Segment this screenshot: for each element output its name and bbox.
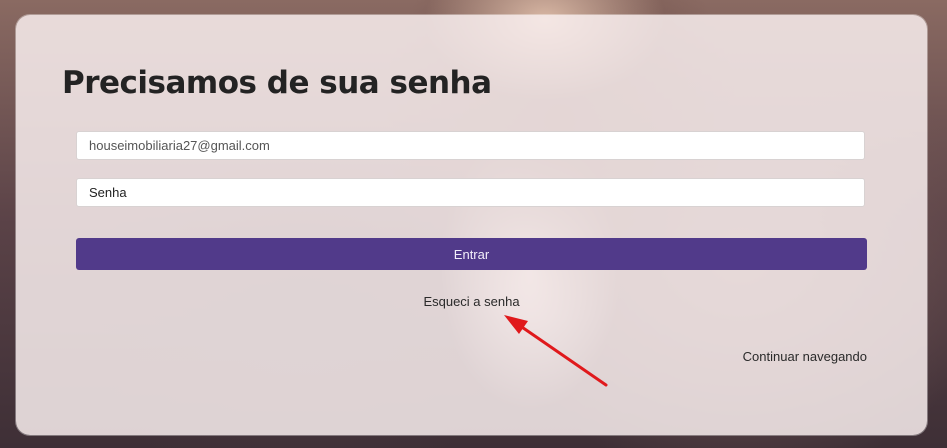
login-button[interactable]: Entrar — [76, 238, 867, 270]
login-card: Precisamos de sua senha Entrar Esqueci a… — [16, 15, 927, 435]
password-field[interactable] — [76, 178, 865, 207]
page-title: Precisamos de sua senha — [62, 65, 492, 101]
email-field[interactable] — [76, 131, 865, 160]
forgot-password-link[interactable]: Esqueci a senha — [16, 294, 927, 309]
continue-browsing-link[interactable]: Continuar navegando — [743, 349, 867, 364]
